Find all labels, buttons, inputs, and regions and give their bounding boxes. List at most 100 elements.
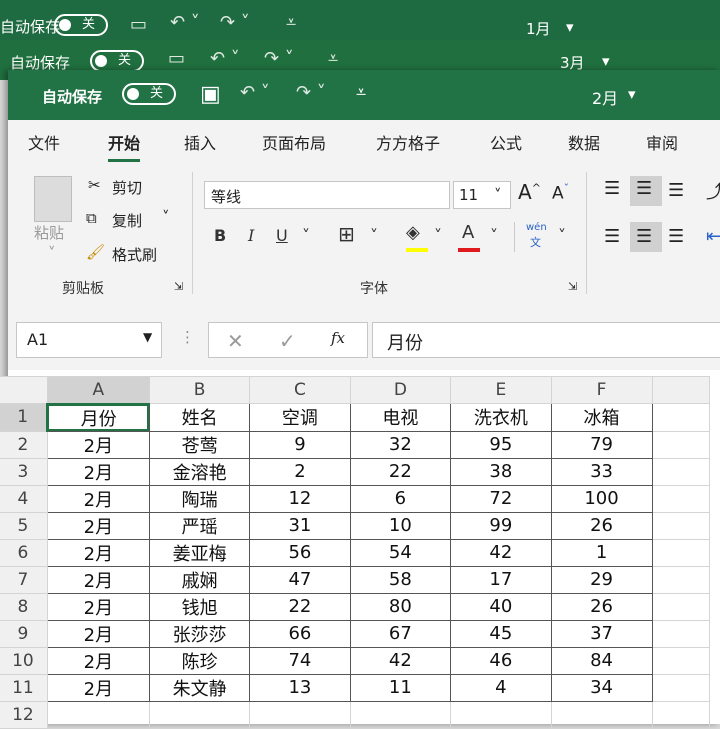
formula-input[interactable]: 月份: [372, 322, 720, 358]
autosave-toggle[interactable]: 关: [122, 83, 176, 105]
cell[interactable]: 31: [249, 511, 351, 540]
paste-button[interactable]: 粘贴: [34, 222, 64, 243]
cell[interactable]: 80: [349, 592, 452, 621]
align-top-icon[interactable]: ☰: [604, 178, 620, 199]
cell[interactable]: 26: [550, 592, 653, 621]
chevron-down-icon[interactable]: ˅: [558, 226, 566, 245]
cell[interactable]: 严瑶: [148, 511, 251, 540]
cell[interactable]: 2月: [46, 646, 150, 675]
customize-toolbar-icon[interactable]: ⩡: [328, 48, 338, 69]
undo-icon[interactable]: ↶ ˅: [170, 12, 200, 33]
dialog-launcher-icon[interactable]: ⇲: [568, 280, 577, 293]
cell[interactable]: 47: [249, 565, 351, 594]
copy-button[interactable]: 复制: [112, 210, 142, 231]
customize-toolbar-icon[interactable]: ⩡: [356, 82, 366, 103]
cell[interactable]: 洗衣机: [450, 403, 552, 432]
save-icon[interactable]: ▭: [168, 48, 185, 69]
font-name-input[interactable]: 等线: [204, 181, 450, 209]
undo-icon[interactable]: ↶ ˅: [240, 82, 270, 103]
row-header[interactable]: 3: [0, 457, 48, 486]
cell[interactable]: 42: [349, 646, 452, 675]
more-icon[interactable]: ⋮: [180, 328, 195, 346]
column-header-f[interactable]: F: [550, 376, 653, 404]
chevron-down-icon[interactable]: ▾: [566, 18, 574, 36]
italic-button[interactable]: I: [248, 226, 254, 245]
cell[interactable]: 84: [550, 646, 653, 675]
row-header[interactable]: 8: [0, 592, 48, 621]
borders-icon[interactable]: ⊞: [338, 222, 355, 246]
customize-toolbar-icon[interactable]: ⩡: [286, 12, 296, 33]
cell[interactable]: [651, 511, 711, 540]
cell[interactable]: 姓名: [148, 403, 251, 432]
align-middle-icon[interactable]: ☰: [636, 178, 652, 199]
cell[interactable]: 2月: [46, 484, 150, 513]
cell[interactable]: 2月: [46, 511, 150, 540]
tab-data[interactable]: 数据: [568, 130, 600, 154]
cell[interactable]: 99: [450, 511, 552, 540]
cell[interactable]: 67: [349, 619, 452, 648]
cell[interactable]: 姜亚梅: [148, 538, 251, 567]
row-header[interactable]: 10: [0, 646, 48, 675]
cell[interactable]: 66: [249, 619, 351, 648]
chevron-down-icon[interactable]: ˅: [48, 244, 56, 262]
align-right-icon[interactable]: ☰: [668, 226, 684, 247]
spreadsheet-table[interactable]: ABCDEF 1 月份 姓名 空调 电视 洗衣机 冰箱 2 2月 苍莺 9 32 95 79 3 2月 金溶艳 2…: [0, 376, 711, 729]
cell[interactable]: 38: [450, 457, 552, 486]
name-box[interactable]: A1 ▼: [16, 322, 162, 358]
cell[interactable]: 95: [450, 430, 552, 459]
redo-icon[interactable]: ↷ ˅: [220, 12, 250, 33]
column-header-d[interactable]: D: [349, 376, 452, 404]
chevron-down-icon[interactable]: ˅: [490, 226, 498, 245]
redo-icon[interactable]: ↷ ˅: [296, 82, 326, 103]
cell[interactable]: 张莎莎: [148, 619, 251, 648]
cell[interactable]: 金溶艳: [148, 457, 251, 486]
column-header-b[interactable]: B: [148, 376, 251, 404]
cell[interactable]: 54: [349, 538, 452, 567]
chevron-down-icon[interactable]: ▼: [143, 330, 152, 344]
chevron-down-icon[interactable]: ˅: [162, 208, 170, 226]
tab-review[interactable]: 审阅: [646, 130, 678, 154]
cell[interactable]: 冰箱: [550, 403, 653, 432]
row-header[interactable]: 4: [0, 484, 48, 513]
orientation-icon[interactable]: ⤴: [706, 178, 720, 204]
cell[interactable]: 9: [249, 430, 351, 459]
chevron-down-icon[interactable]: ▾: [628, 85, 636, 103]
cell[interactable]: 72: [450, 484, 552, 513]
tab-insert[interactable]: 插入: [184, 130, 216, 154]
row-header[interactable]: 9: [0, 619, 48, 648]
cell[interactable]: 2月: [46, 538, 150, 567]
chevron-down-icon[interactable]: ˅: [434, 226, 442, 245]
save-icon[interactable]: ▭: [130, 14, 147, 35]
cell[interactable]: 苍莺: [148, 430, 251, 459]
insert-function-button[interactable]: fx: [331, 329, 345, 347]
cell[interactable]: 4: [450, 673, 552, 702]
cell[interactable]: [651, 457, 711, 486]
cell[interactable]: 2月: [46, 673, 150, 702]
chevron-down-icon[interactable]: ˅: [494, 186, 502, 204]
cell[interactable]: 1: [550, 538, 653, 567]
cell[interactable]: 42: [450, 538, 552, 567]
cell[interactable]: 11: [349, 673, 452, 702]
cell[interactable]: 朱文静: [148, 673, 251, 702]
cell[interactable]: 钱旭: [148, 592, 251, 621]
chevron-down-icon[interactable]: ˅: [302, 226, 310, 245]
cell[interactable]: [651, 646, 711, 675]
shrink-font-button[interactable]: Aˇ: [552, 182, 569, 204]
cell[interactable]: 100: [550, 484, 653, 513]
cell[interactable]: 2月: [46, 430, 150, 459]
column-header-e[interactable]: E: [450, 376, 552, 404]
cell[interactable]: [651, 592, 711, 621]
enter-icon[interactable]: ✓: [279, 329, 296, 353]
cell[interactable]: 10: [349, 511, 452, 540]
cut-button[interactable]: 剪切: [112, 177, 142, 198]
worksheet-grid[interactable]: ABCDEF 1 月份 姓名 空调 电视 洗衣机 冰箱 2 2月 苍莺 9 32 95 79 3 2月 金溶艳 2…: [0, 376, 720, 729]
cell[interactable]: [651, 403, 711, 432]
align-left-icon[interactable]: ☰: [604, 226, 620, 247]
font-size-input[interactable]: 11 ˅: [453, 181, 511, 209]
cell[interactable]: 34: [550, 673, 653, 702]
column-header-empty[interactable]: [651, 376, 711, 404]
cell[interactable]: 空调: [249, 403, 351, 432]
select-all-corner[interactable]: [0, 376, 48, 404]
cell[interactable]: 29: [550, 565, 653, 594]
cell[interactable]: 46: [450, 646, 552, 675]
